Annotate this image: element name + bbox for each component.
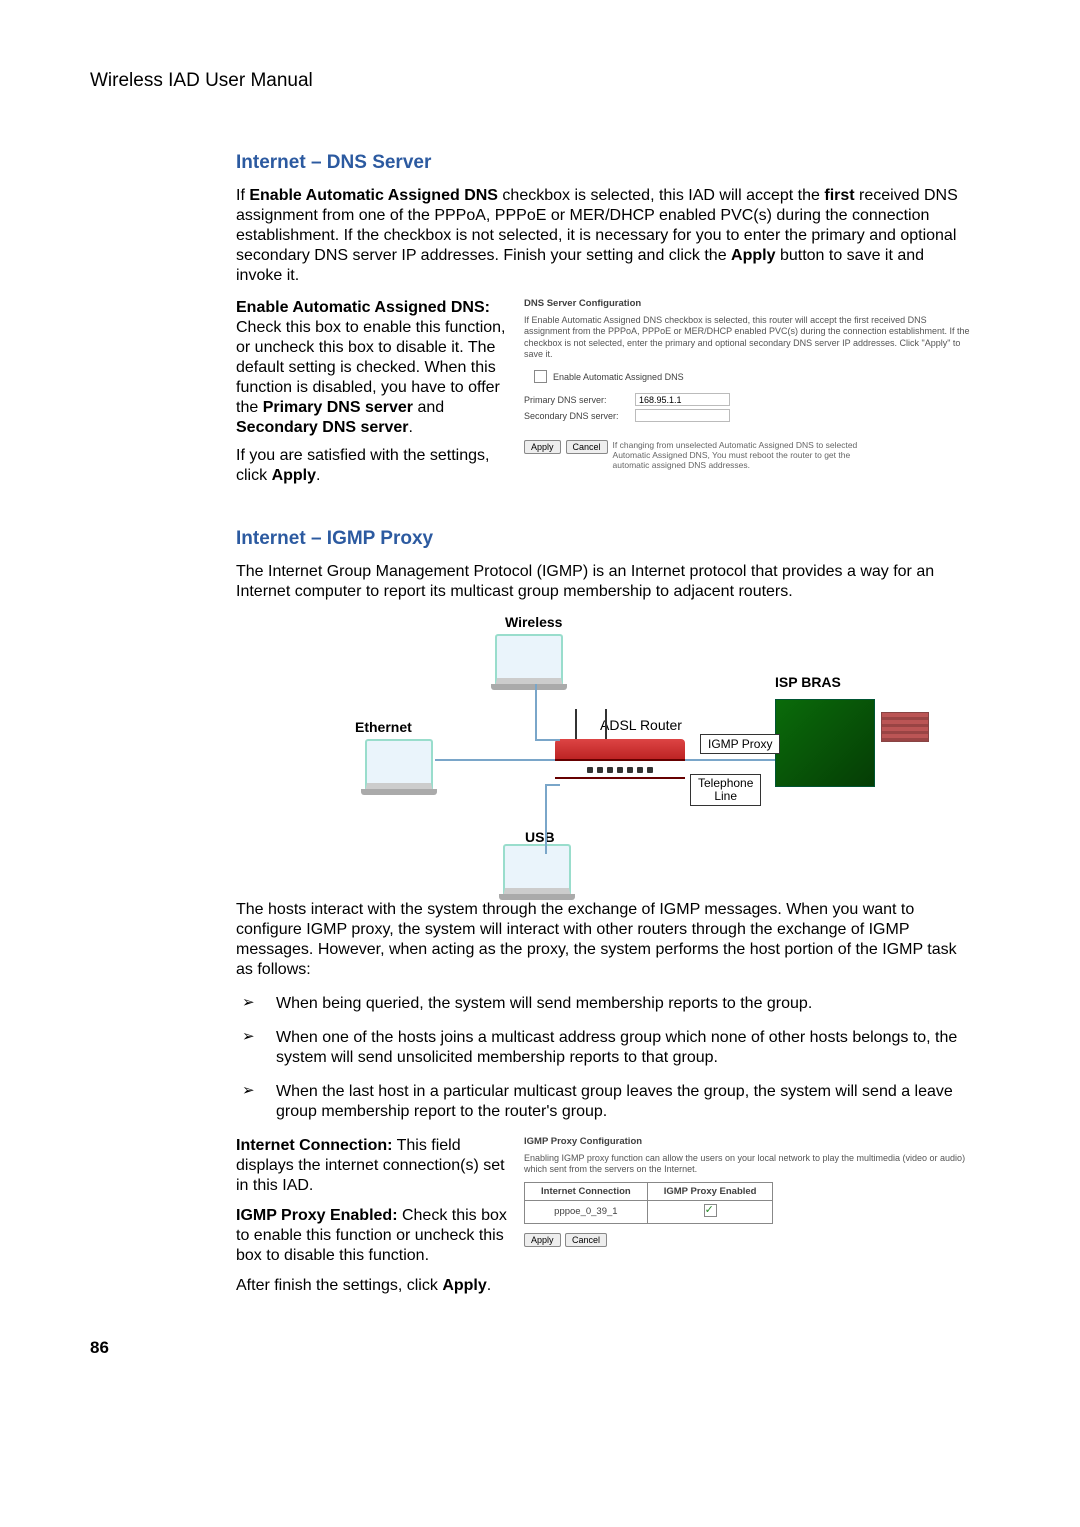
isp-bras-icon [775, 699, 875, 787]
text: and [413, 399, 444, 416]
secondary-dns-input[interactable] [635, 409, 730, 422]
diagram-igmp-proxy-label: IGMP Proxy [700, 734, 780, 754]
isp-rack-icon [881, 712, 929, 742]
text: Apply [442, 1277, 486, 1294]
igmp-ss-desc: Enabling IGMP proxy function can allow t… [524, 1153, 974, 1176]
dns-ss-desc: If Enable Automatic Assigned DNS checkbo… [524, 315, 974, 360]
igmp-bullet-list: When being queried, the system will send… [236, 994, 974, 1122]
text: If [236, 187, 249, 204]
text: . [487, 1277, 491, 1294]
igmp-apply-button[interactable]: Apply [524, 1233, 561, 1247]
text: Apply [731, 247, 775, 264]
secondary-dns-label: Secondary DNS server: [524, 411, 629, 421]
igmp-hosts-para: The hosts interact with the system throu… [236, 900, 974, 980]
diagram-usb-label: USB [525, 829, 555, 845]
list-item: When one of the hosts joins a multicast … [236, 1028, 974, 1068]
dns-intro: If Enable Automatic Assigned DNS checkbo… [236, 186, 974, 286]
igmp-screenshot: IGMP Proxy Configuration Enabling IGMP p… [524, 1136, 974, 1248]
adsl-router-icon [555, 739, 685, 771]
enable-dns-checkbox-label: Enable Automatic Assigned DNS [553, 372, 684, 382]
igmp-ss-title: IGMP Proxy Configuration [524, 1136, 974, 1147]
igmp-row-connection: pppoe_0_39_1 [525, 1200, 648, 1223]
dns-apply-button[interactable]: Apply [524, 440, 561, 454]
diagram-isp-bras-label: ISP BRAS [775, 674, 841, 690]
dns-enable-label: Enable Automatic Assigned DNS: [236, 299, 490, 316]
primary-dns-input[interactable] [635, 393, 730, 406]
igmp-col-connection: Internet Connection [525, 1182, 648, 1200]
text: Line [698, 790, 753, 803]
dns-reboot-note: If changing from unselected Automatic As… [613, 440, 873, 471]
dns-screenshot: DNS Server Configuration If Enable Autom… [524, 298, 974, 471]
ethernet-laptop-icon [365, 739, 433, 791]
wireless-laptop-icon [495, 634, 563, 686]
page-header: Wireless IAD User Manual [90, 70, 998, 92]
text: . [409, 419, 413, 436]
usb-laptop-icon [503, 844, 571, 896]
enable-dns-checkbox[interactable] [534, 370, 547, 383]
list-item: When being queried, the system will send… [236, 994, 974, 1014]
text: Secondary DNS server [236, 419, 409, 436]
igmp-table: Internet Connection IGMP Proxy Enabled p… [524, 1182, 773, 1224]
text: . [316, 467, 320, 484]
internet-connection-label: Internet Connection: [236, 1137, 392, 1154]
igmp-heading: Internet – IGMP Proxy [236, 528, 974, 550]
text: Primary DNS server [263, 399, 413, 416]
igmp-enabled-checkbox[interactable] [704, 1204, 717, 1217]
dns-heading: Internet – DNS Server [236, 152, 974, 174]
text: Apply [272, 467, 316, 484]
page-number: 86 [90, 1338, 998, 1358]
text: checkbox is selected, this IAD will acce… [498, 187, 824, 204]
igmp-col-enabled: IGMP Proxy Enabled [647, 1182, 773, 1200]
dns-cancel-button[interactable]: Cancel [566, 440, 608, 454]
diagram-ethernet-label: Ethernet [355, 719, 412, 735]
text: first [824, 187, 854, 204]
text: Enable Automatic Assigned DNS [249, 187, 498, 204]
list-item: When the last host in a particular multi… [236, 1082, 974, 1122]
igmp-intro: The Internet Group Management Protocol (… [236, 562, 974, 602]
diagram-wireless-label: Wireless [505, 614, 562, 630]
diagram-adsl-router-label: ADSL Router [600, 717, 682, 733]
dns-ss-title: DNS Server Configuration [524, 298, 974, 309]
igmp-topology-diagram: Wireless Ethernet USB ADSL Router ISP BR… [325, 614, 885, 884]
primary-dns-label: Primary DNS server: [524, 395, 629, 405]
text: After finish the settings, click [236, 1277, 442, 1294]
diagram-telephone-line-label: Telephone Line [690, 774, 761, 806]
igmp-cancel-button[interactable]: Cancel [565, 1233, 607, 1247]
igmp-enabled-label: IGMP Proxy Enabled: [236, 1207, 398, 1224]
